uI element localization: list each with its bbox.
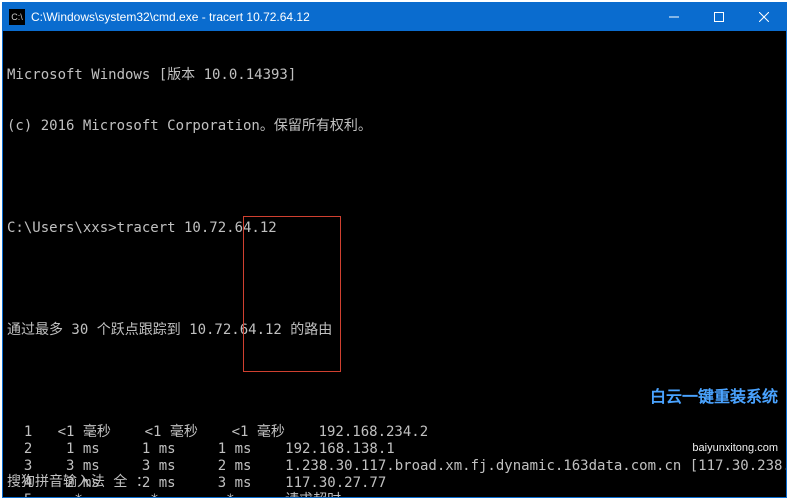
terminal-body[interactable]: Microsoft Windows [版本 10.0.14393] (c) 20…	[3, 31, 786, 497]
watermark-title: 白云一键重装系统	[650, 389, 778, 406]
hop-row: 3 3 ms 3 ms 2 ms 1.238.30.117.broad.xm.f…	[7, 458, 782, 475]
copyright-line: (c) 2016 Microsoft Corporation。保留所有权利。	[7, 118, 782, 135]
minimize-button[interactable]	[651, 3, 696, 31]
highlight-box	[243, 216, 341, 372]
hop-row: 1 <1 毫秒 <1 毫秒 <1 毫秒 192.168.234.2	[7, 424, 782, 441]
maximize-button[interactable]	[696, 3, 741, 31]
version-line: Microsoft Windows [版本 10.0.14393]	[7, 67, 782, 84]
blank-line	[7, 373, 782, 390]
blank-line	[7, 169, 782, 186]
trace-header: 通过最多 30 个跃点跟踪到 10.72.64.12 的路由	[7, 322, 782, 339]
titlebar[interactable]: C:\ C:\Windows\system32\cmd.exe - tracer…	[3, 3, 786, 31]
close-button[interactable]	[741, 3, 786, 31]
blank-line	[7, 271, 782, 288]
prompt-line: C:\Users\xxs>tracert 10.72.64.12	[7, 220, 782, 237]
hop-row: 5 * * * 请求超时。	[7, 492, 782, 497]
cmd-icon: C:\	[9, 9, 25, 25]
window-title: C:\Windows\system32\cmd.exe - tracert 10…	[31, 10, 651, 24]
hop-row: 2 1 ms 1 ms 1 ms 192.168.138.1	[7, 441, 782, 458]
window-controls	[651, 3, 786, 31]
cmd-window: C:\ C:\Windows\system32\cmd.exe - tracer…	[2, 2, 787, 498]
ime-status: 搜狗拼音输入法 全 ：	[7, 474, 150, 491]
